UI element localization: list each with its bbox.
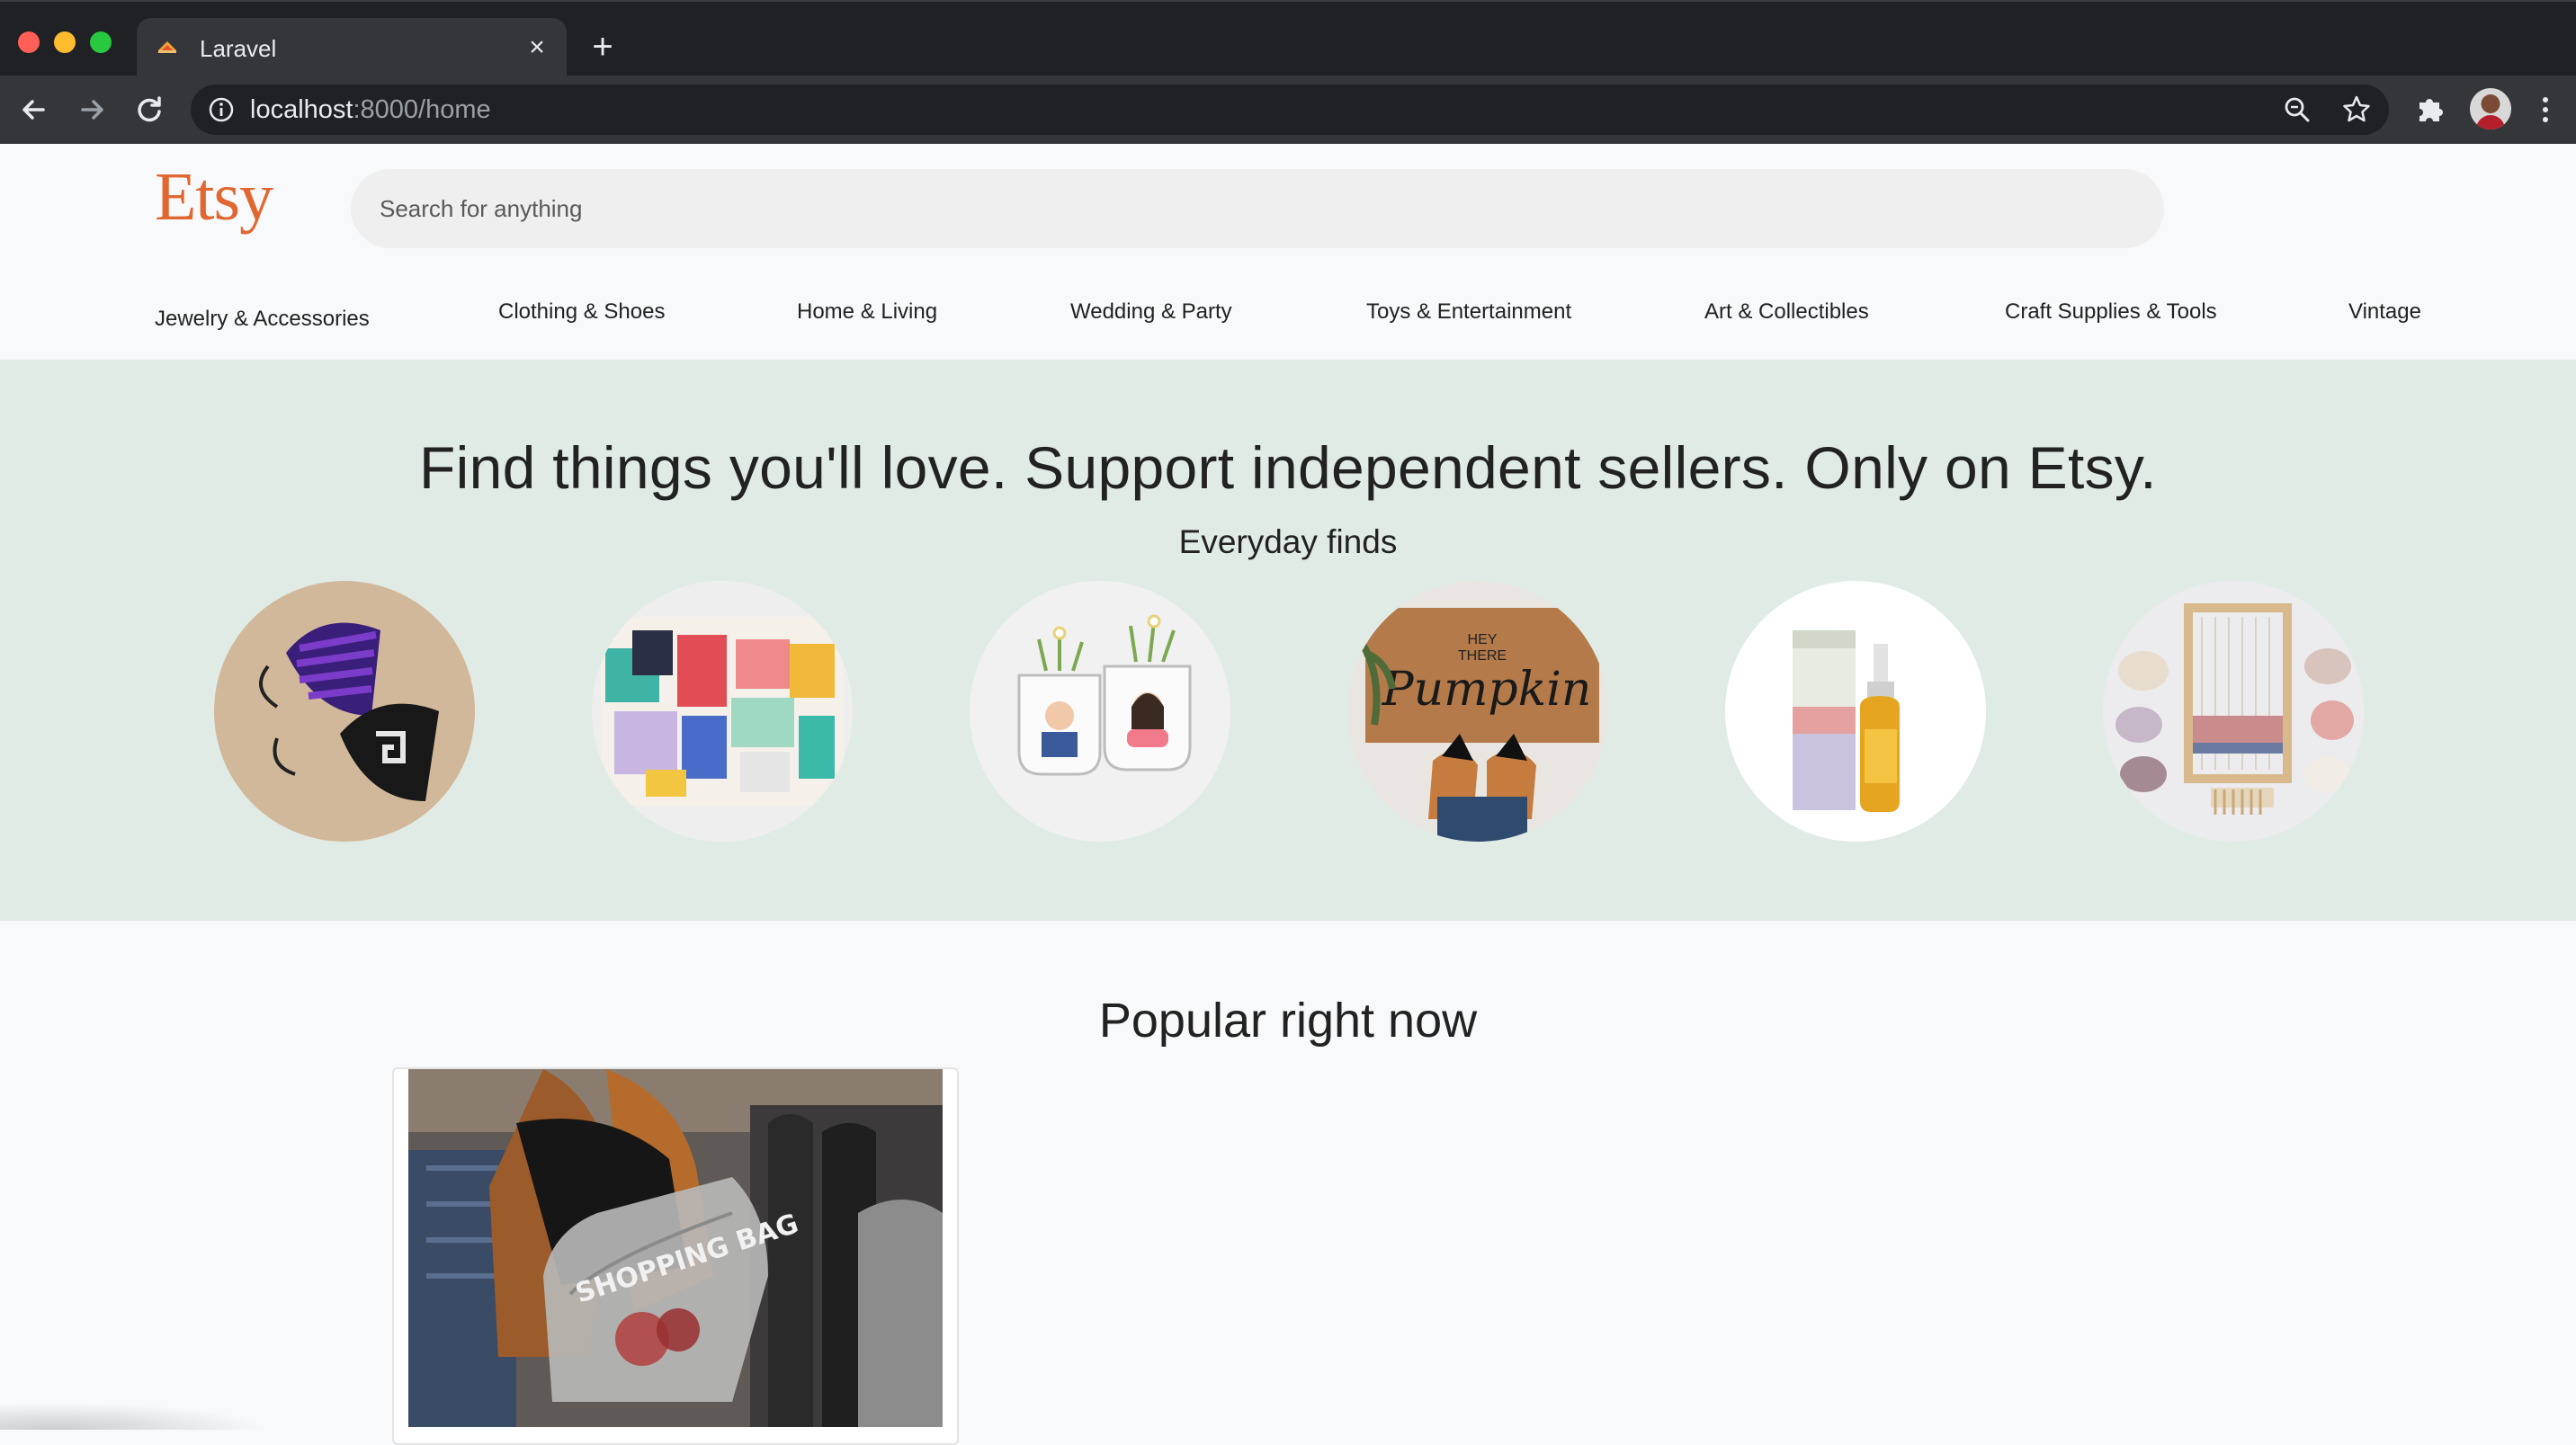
new-tab-button[interactable]: + — [585, 29, 621, 65]
hero-section: Find things you'll love. Support indepen… — [0, 360, 2576, 921]
popular-title: Popular right now — [1098, 994, 1478, 1048]
browser-tab-bar: Laravel × + — [0, 0, 2576, 77]
skincare-oil-image — [1725, 581, 1986, 842]
laravel-favicon-icon — [158, 41, 176, 53]
browser-toolbar: localhost:8000/home — [0, 76, 2576, 144]
enamel-mugs-image — [970, 581, 1230, 842]
window-close-button[interactable] — [18, 31, 40, 53]
arrow-left-icon — [22, 100, 45, 120]
zoom-icon[interactable] — [2281, 94, 2313, 126]
everyday-find-weaving-loom[interactable] — [2103, 581, 2364, 842]
category-art-collectibles[interactable]: Art & Collectibles — [1704, 299, 1869, 326]
arrow-right-icon — [81, 100, 103, 120]
category-craft-supplies-tools[interactable]: Craft Supplies & Tools — [2005, 299, 2217, 326]
svg-text:THERE: THERE — [1458, 648, 1507, 664]
tab-title: Laravel — [200, 35, 277, 62]
forward-button[interactable] — [72, 90, 112, 129]
kebab-menu-icon[interactable] — [2527, 92, 2563, 128]
category-home-living[interactable]: Home & Living — [797, 299, 937, 326]
profile-avatar[interactable] — [2470, 88, 2511, 129]
everyday-find-doormat[interactable]: HEY THERE Pumpkin — [1347, 581, 1608, 842]
category-wedding-party[interactable]: Wedding & Party — [1070, 299, 1232, 326]
window-minimize-button[interactable] — [54, 31, 76, 53]
reload-icon — [138, 96, 161, 122]
category-clothing-shoes[interactable]: Clothing & Shoes — [498, 299, 665, 326]
weaving-loom-image — [2103, 581, 2364, 842]
svg-text:Pumpkin: Pumpkin — [1382, 663, 1592, 717]
svg-text:HEY: HEY — [1468, 632, 1498, 647]
url-text[interactable]: localhost:8000/home — [250, 95, 491, 124]
category-vintage[interactable]: Vintage — [2348, 299, 2421, 326]
hero-subtitle: Everyday finds — [1178, 523, 1398, 560]
search-input[interactable] — [351, 169, 2164, 248]
window-maximize-button[interactable] — [90, 31, 112, 53]
doormat-image: HEY THERE Pumpkin — [1347, 581, 1608, 842]
puzzle-icon[interactable] — [2412, 92, 2448, 128]
everyday-find-skincare-oil[interactable] — [1725, 581, 1986, 842]
product-card[interactable]: SHOPPING BAG — [392, 1067, 959, 1445]
etsy-logo[interactable]: Etsy — [155, 156, 273, 237]
tab-close-icon[interactable]: × — [522, 32, 552, 63]
browser-tab-active[interactable]: Laravel × — [137, 18, 567, 77]
hero-title: Find things you'll love. Support indepen… — [419, 434, 2157, 501]
everyday-find-abstract-art[interactable] — [592, 581, 853, 842]
everyday-find-face-masks[interactable] — [214, 581, 475, 842]
info-icon[interactable] — [207, 95, 236, 124]
product-image[interactable]: SHOPPING BAG — [408, 1069, 943, 1427]
abstract-art-image — [592, 581, 853, 842]
reload-button[interactable] — [130, 90, 169, 129]
star-icon[interactable] — [2340, 94, 2373, 126]
category-toys-entertainment[interactable]: Toys & Entertainment — [1366, 299, 1571, 326]
url-host: localhost — [250, 95, 353, 124]
bottom-left-shadow — [0, 1403, 270, 1430]
face-masks-image — [214, 581, 475, 842]
category-jewelry-accessories[interactable]: Jewelry & Accessories — [155, 306, 370, 333]
everyday-find-enamel-mugs[interactable] — [970, 581, 1230, 842]
shopping-bag-photo: SHOPPING BAG — [408, 1069, 943, 1427]
url-path: :8000/home — [353, 95, 491, 124]
back-button[interactable] — [14, 90, 54, 129]
address-bar[interactable]: localhost:8000/home — [191, 85, 2389, 135]
